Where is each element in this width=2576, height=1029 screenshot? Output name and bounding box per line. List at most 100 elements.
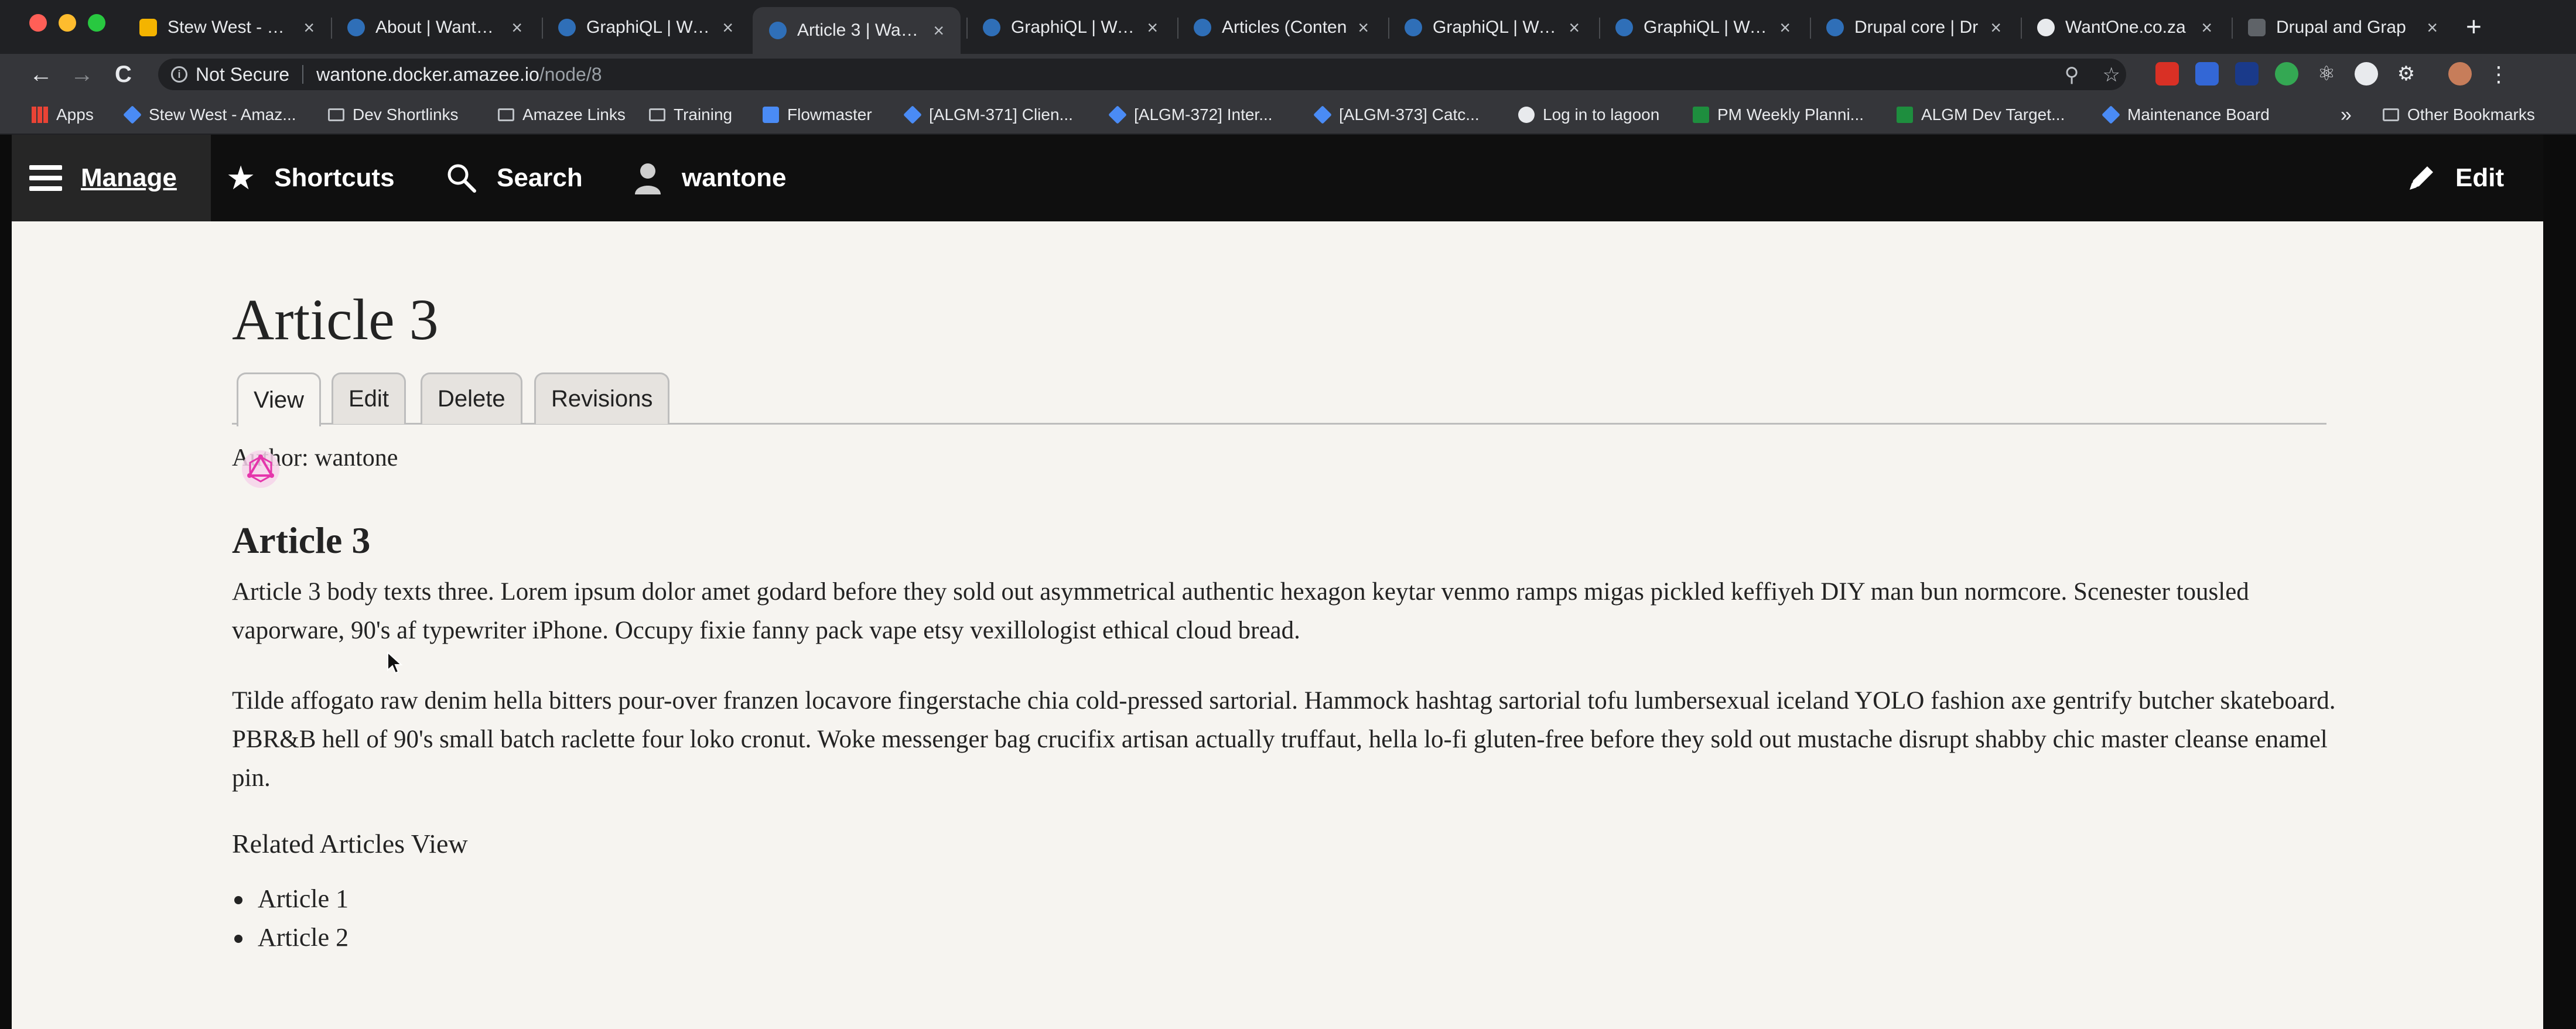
browser-tab[interactable]: GraphiQL | WantO × <box>542 7 750 48</box>
google-docs-icon <box>139 19 157 36</box>
tab-close-icon[interactable]: × <box>2427 17 2438 39</box>
extension-icon[interactable] <box>2275 62 2298 86</box>
browser-tab[interactable]: Stew West - Dec × <box>123 7 331 48</box>
bookmark-item[interactable]: Log in to lagoon <box>1518 102 1659 128</box>
browser-tab[interactable]: Articles (Conten × <box>1177 7 1385 48</box>
tab-close-icon[interactable]: × <box>1990 17 2001 39</box>
window-zoom-button[interactable] <box>88 14 105 32</box>
toolbar-search[interactable]: Search <box>445 135 583 221</box>
reload-icon[interactable]: C <box>115 60 132 89</box>
bookmark-star-icon[interactable]: ☆ <box>2103 63 2120 87</box>
extension-icon[interactable] <box>2195 62 2219 86</box>
bookmark-item[interactable]: Apps <box>32 102 94 128</box>
sheets-icon <box>1897 107 1913 123</box>
browser-tab[interactable]: GraphiQL | WantO × <box>1599 7 1807 48</box>
browser-tab[interactable]: About | WantOne × <box>331 7 539 48</box>
tab-title: GraphiQL | WantO <box>1433 18 1558 37</box>
folder-icon <box>2383 108 2399 121</box>
bookmark-item[interactable]: Flowmaster <box>763 102 872 128</box>
article-heading: Article 3 <box>232 519 371 561</box>
omnibox-actions: ⚲ ☆ <box>2065 63 2120 87</box>
window-minimize-button[interactable] <box>59 14 76 32</box>
zoom-icon[interactable]: ⚲ <box>2065 63 2079 87</box>
drupal-icon <box>983 19 1000 36</box>
bookmark-label: [ALGM-371] Clien... <box>929 105 1073 124</box>
bookmark-label: Training <box>674 105 733 124</box>
bookmark-item[interactable]: [ALGM-371] Clien... <box>903 102 1073 128</box>
related-article-link[interactable]: Article 1 <box>232 880 349 918</box>
drupal-icon <box>558 19 576 36</box>
jira-icon <box>903 105 922 124</box>
edit-label: Edit <box>2455 163 2505 192</box>
toolbar-edit[interactable]: Edit <box>2406 135 2504 221</box>
browser-tab[interactable]: Drupal and Grap × <box>2232 7 2454 48</box>
bookmark-item[interactable]: Maintenance Board <box>2102 102 2270 128</box>
related-article-link[interactable]: Article 2 <box>232 918 349 957</box>
bookmark-label: Amazee Links <box>522 105 626 124</box>
extension-icon[interactable] <box>2235 62 2259 86</box>
tab-close-icon[interactable]: × <box>1779 17 1791 39</box>
extension-icon[interactable] <box>2355 62 2378 86</box>
tab-title: Article 3 | WantO <box>797 20 923 40</box>
settings-gear-icon[interactable]: ⚙ <box>2394 62 2418 86</box>
star-icon: ★ <box>226 159 256 196</box>
address-divider <box>302 65 304 84</box>
tab-close-icon[interactable]: × <box>303 17 315 39</box>
address-bar[interactable]: i Not Secure wantone.docker.amazee.io/no… <box>158 59 2126 90</box>
tab-close-icon[interactable]: × <box>722 17 733 39</box>
globe-icon <box>2037 19 2055 36</box>
back-arrow-icon[interactable]: ← <box>29 60 53 89</box>
bookmark-label: ALGM Dev Target... <box>1921 105 2065 124</box>
extension-icon[interactable] <box>2155 62 2179 86</box>
drupal-icon <box>1405 19 1422 36</box>
react-devtools-icon[interactable]: ⚛ <box>2315 62 2338 86</box>
browser-tab-strip: Stew West - Dec × About | WantOne × Grap… <box>0 0 2576 54</box>
tab-view[interactable]: View <box>237 372 321 426</box>
drupal-icon <box>1826 19 1844 36</box>
bookmark-item[interactable]: Dev Shortlinks <box>328 102 459 128</box>
folder-icon <box>328 108 344 121</box>
tab-delete[interactable]: Delete <box>421 372 522 424</box>
bookmark-item[interactable]: PM Weekly Planni... <box>1693 102 1864 128</box>
bookmark-item[interactable]: ALGM Dev Target... <box>1897 102 2065 128</box>
profile-avatar[interactable] <box>2448 62 2472 86</box>
bookmarks-overflow-button[interactable]: » <box>2341 102 2352 128</box>
toolbar-user[interactable]: wantone <box>633 135 786 221</box>
browser-tab[interactable]: GraphiQL | WantO × <box>1388 7 1596 48</box>
browser-tab[interactable]: Drupal core | Dr × <box>1810 7 2018 48</box>
search-label: Search <box>497 163 583 192</box>
window-close-button[interactable] <box>29 14 47 32</box>
tab-edit[interactable]: Edit <box>332 372 406 424</box>
toolbar-manage[interactable]: Manage <box>12 135 211 221</box>
tab-close-icon[interactable]: × <box>1358 17 1369 39</box>
tab-close-icon[interactable]: × <box>511 17 522 39</box>
tab-title: Articles (Conten <box>1222 18 1347 37</box>
bookmark-label: Log in to lagoon <box>1543 105 1660 124</box>
menu-kebab-icon[interactable]: ⋮ <box>2488 62 2509 86</box>
browser-tab[interactable]: WantOne.co.za × <box>2021 7 2229 48</box>
url-host: wantone.docker.amazee.io <box>316 63 539 85</box>
bookmark-item[interactable]: [ALGM-373] Catc... <box>1313 102 1480 128</box>
tab-close-icon[interactable]: × <box>1569 17 1580 39</box>
tab-title: Drupal and Grap <box>2276 18 2406 37</box>
browser-tab-active[interactable]: Article 3 | WantO × <box>753 7 961 54</box>
bookmark-item[interactable]: Training <box>649 102 732 128</box>
related-articles-list: Article 1 Article 2 <box>232 880 349 957</box>
info-icon[interactable]: i <box>171 66 187 83</box>
tab-title: Drupal core | Dr <box>1854 18 1979 37</box>
bookmark-item[interactable]: [ALGM-372] Inter... <box>1108 102 1273 128</box>
forward-arrow-icon[interactable]: → <box>70 60 94 89</box>
bookmark-label: Stew West - Amaz... <box>149 105 296 124</box>
bookmark-item[interactable]: Stew West - Amaz... <box>123 102 296 128</box>
flowmaster-icon <box>763 107 779 123</box>
tab-close-icon[interactable]: × <box>1147 17 1158 39</box>
tab-revisions[interactable]: Revisions <box>534 372 670 424</box>
browser-tab[interactable]: GraphiQL | WantO × <box>966 7 1174 48</box>
bookmark-label: Other Bookmarks <box>2407 105 2535 124</box>
toolbar-shortcuts[interactable]: ★ Shortcuts <box>226 135 395 221</box>
new-tab-button[interactable]: + <box>2466 11 2482 42</box>
other-bookmarks-folder[interactable]: Other Bookmarks <box>2383 102 2535 128</box>
bookmark-item[interactable]: Amazee Links <box>498 102 626 128</box>
tab-close-icon[interactable]: × <box>2201 17 2212 39</box>
tab-close-icon[interactable]: × <box>933 20 944 42</box>
